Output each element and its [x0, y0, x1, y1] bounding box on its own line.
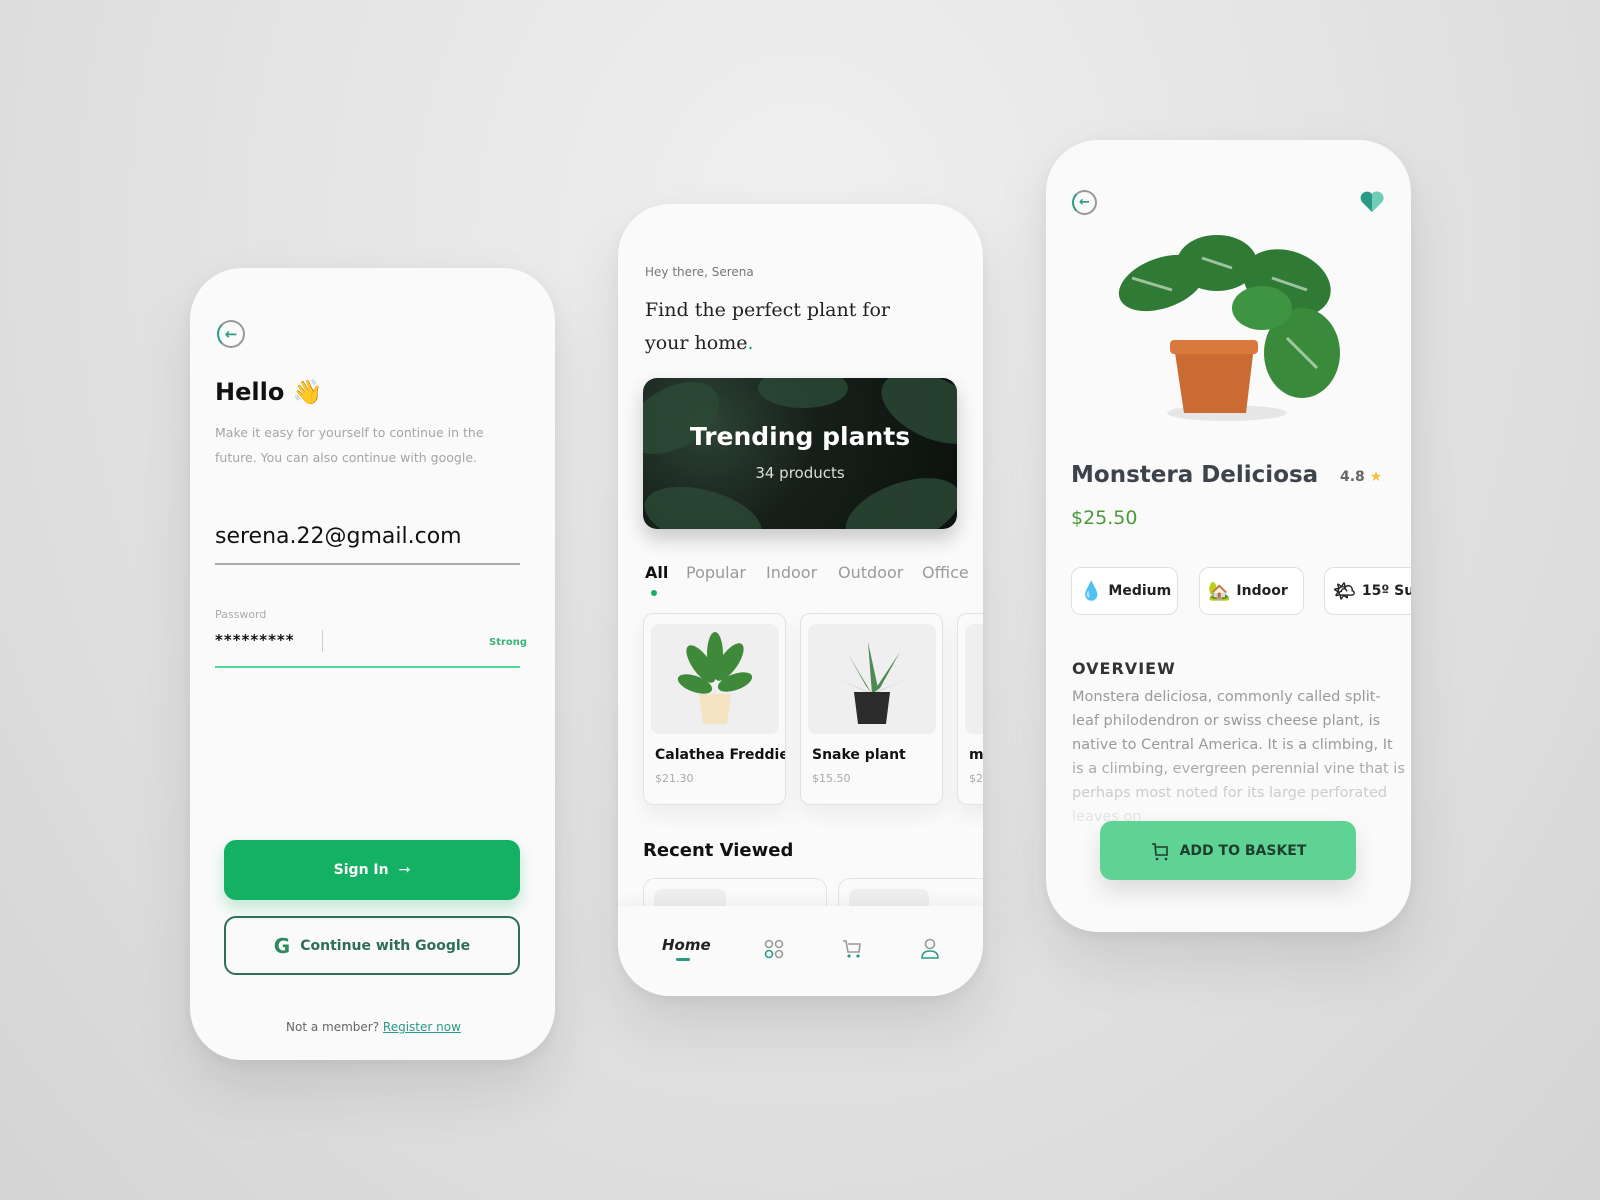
tab-popular[interactable]: Popular: [686, 563, 746, 582]
active-tab-dot: [651, 590, 657, 596]
overview-text: native to Central America. It is a climb…: [1072, 737, 1393, 753]
star-icon: ★: [1369, 469, 1383, 485]
tab-outdoor[interactable]: Outdoor: [838, 563, 903, 582]
overview-heading: OVERVIEW: [1072, 659, 1176, 678]
cart-icon: [1151, 842, 1168, 860]
add-to-basket-label: ADD TO BASKET: [1179, 842, 1307, 859]
description: Make it easy for yourself to continue in…: [215, 425, 484, 440]
calathea-image: [651, 624, 779, 734]
product-name: Snake plant: [812, 747, 906, 763]
tab-all[interactable]: All: [645, 563, 668, 582]
back-button[interactable]: ←: [217, 320, 245, 348]
banner-title: Trending plants: [689, 422, 911, 451]
product-name: Calathea Freddie: [655, 747, 786, 763]
user-greeting: Hey there, Serena: [645, 265, 754, 279]
plant-price: $25.50: [1071, 507, 1138, 529]
text-cursor: [322, 630, 323, 652]
add-to-basket-button[interactable]: ADD TO BASKET: [1100, 821, 1356, 880]
product-price: $2: [969, 772, 983, 785]
product-name: m: [969, 747, 983, 763]
heart-icon[interactable]: [1359, 190, 1385, 214]
nav-home[interactable]: Home: [662, 936, 711, 954]
overview-text: Monstera deliciosa, commonly called spli…: [1072, 689, 1381, 705]
overview-text: perhaps most noted for its large perfora…: [1072, 785, 1388, 801]
password-field[interactable]: *********: [215, 631, 295, 649]
recent-viewed-heading: Recent Viewed: [643, 840, 794, 861]
user-icon[interactable]: [920, 938, 940, 960]
greeting-heading: Hello 👋: [215, 378, 323, 406]
password-label: Password: [215, 608, 267, 621]
cart-icon[interactable]: [841, 938, 863, 960]
google-icon: G: [273, 933, 291, 958]
grid-icon[interactable]: [764, 939, 784, 959]
bottom-nav: Home: [618, 906, 983, 996]
nav-active-indicator: [676, 958, 690, 961]
water-drops-icon: 💧: [1080, 580, 1103, 602]
trending-banner[interactable]: Trending plants 34 products: [643, 378, 957, 529]
tab-office[interactable]: Office: [922, 563, 969, 582]
monstera-image: [1118, 235, 1340, 421]
home-title: Find the perfect plant for your home.: [645, 299, 890, 354]
temperature-chip: 🌤 15º Su: [1324, 567, 1411, 615]
product-card[interactable]: m $2: [957, 613, 983, 805]
back-button[interactable]: ←: [1072, 190, 1097, 215]
register-link[interactable]: Register now: [383, 1020, 461, 1034]
google-button[interactable]: G Continue with Google: [224, 916, 520, 975]
register-prompt: Not a member? Register now: [286, 1020, 461, 1034]
email-underline: [215, 563, 520, 565]
water-chip: 💧 Medium: [1071, 567, 1178, 615]
snake-plant-image: [808, 624, 936, 734]
wave-icon: 👋: [292, 378, 323, 406]
google-label: Continue with Google: [300, 937, 471, 954]
product-price: $15.50: [812, 772, 851, 785]
location-chip: 🏡 Indoor: [1199, 567, 1304, 615]
sun-cloud-icon: 🌤: [1333, 580, 1356, 602]
arrow-right-icon: ⇾: [398, 862, 411, 878]
house-icon: 🏡: [1208, 580, 1231, 602]
product-image: [965, 624, 983, 734]
product-card[interactable]: Snake plant $15.50: [800, 613, 943, 805]
product-card[interactable]: Calathea Freddie $21.30: [643, 613, 786, 805]
product-price: $21.30: [655, 772, 694, 785]
banner-subtitle: 34 products: [755, 464, 845, 482]
email-field[interactable]: serena.22@gmail.com: [215, 524, 462, 549]
tab-indoor[interactable]: Indoor: [766, 563, 817, 582]
plant-name: Monstera Deliciosa: [1071, 462, 1319, 488]
password-underline: [215, 666, 520, 668]
overview-text: is a climbing, evergreen perennial vine …: [1072, 761, 1405, 777]
detail-screen: ← Monstera Deliciosa 4.8 ★ $25.50 💧 Mediu…: [1046, 140, 1411, 932]
password-strength: Strong: [489, 637, 528, 648]
sign-in-label: Sign In: [333, 862, 389, 878]
description: future. You can also continue with googl…: [215, 450, 477, 465]
home-screen: Hey there, Serena Find the perfect plant…: [618, 204, 983, 996]
sign-in-button[interactable]: Sign In ⇾: [224, 840, 520, 900]
rating: 4.8 ★: [1340, 469, 1383, 485]
monstera-leaves-background: [643, 378, 957, 529]
login-screen: ← Hello 👋 Make it easy for yourself to c…: [190, 268, 555, 1060]
overview-text: leaf philodendron or swiss cheese plant,…: [1072, 713, 1381, 729]
